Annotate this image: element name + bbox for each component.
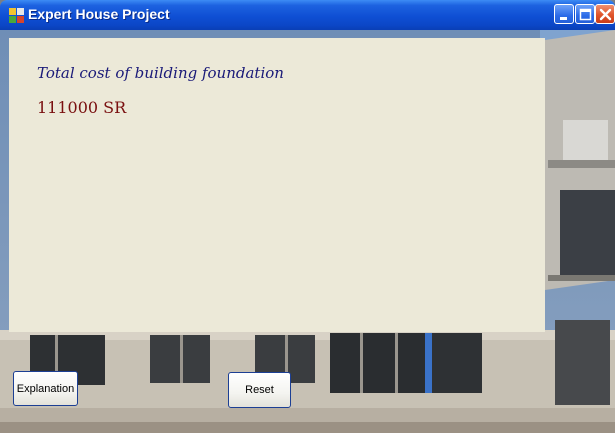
maximize-button[interactable] xyxy=(575,4,595,24)
maximize-icon xyxy=(579,8,592,21)
minimize-icon xyxy=(560,17,567,20)
reset-button[interactable]: Reset xyxy=(228,372,291,408)
window-title: Expert House Project xyxy=(28,6,170,22)
app-window: Expert House Project Total cost of build… xyxy=(0,0,615,433)
minimize-button[interactable] xyxy=(554,4,574,24)
close-icon xyxy=(599,8,612,21)
close-button[interactable] xyxy=(595,4,615,24)
title-bar[interactable]: Expert House Project xyxy=(0,0,615,30)
app-icon xyxy=(9,8,24,23)
result-heading: Total cost of building foundation xyxy=(37,64,284,82)
explanation-button[interactable]: Explanation xyxy=(13,371,78,406)
result-panel xyxy=(9,38,545,332)
result-value: 111000 SR xyxy=(37,98,127,117)
